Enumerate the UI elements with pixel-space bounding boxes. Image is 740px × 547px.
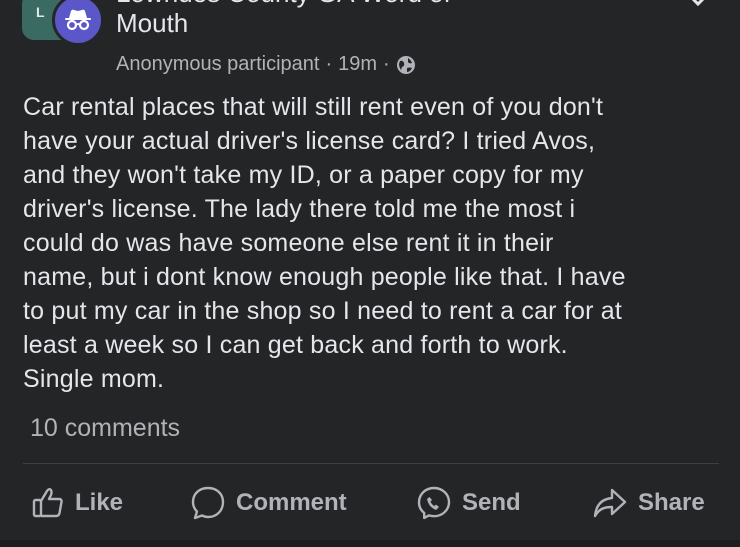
incognito-icon: [65, 9, 91, 31]
author-name[interactable]: Anonymous participant: [116, 53, 319, 76]
post-header: L Lowndes County GA Word of Mouth Anonym…: [0, 0, 740, 90]
close-icon[interactable]: [682, 0, 714, 12]
thumbs-up-icon: [32, 488, 63, 518]
avatar-stack[interactable]: L: [22, 0, 104, 46]
group-name-line1: Lowndes County GA Word of: [116, 0, 596, 8]
comment-label: Comment: [236, 489, 347, 516]
post-time[interactable]: 19m: [338, 53, 377, 76]
group-name-line2: Mouth: [116, 8, 189, 38]
comments-count[interactable]: 10 comments: [30, 414, 180, 443]
like-button[interactable]: Like: [31, 478, 123, 528]
action-bar: Like Comment Send Share: [0, 478, 740, 528]
globe-icon: [396, 55, 415, 74]
like-label: Like: [75, 489, 124, 516]
send-label: Send: [462, 489, 521, 516]
post-body: Car rental places that will still rent e…: [23, 93, 626, 393]
meta-separator: ·: [383, 53, 390, 75]
bottom-edge: [0, 540, 740, 547]
comment-icon: [191, 486, 225, 520]
anonymous-avatar[interactable]: [52, 0, 104, 46]
meta-separator: ·: [325, 53, 333, 75]
group-avatar-letter: L: [36, 4, 45, 20]
send-button[interactable]: Send: [416, 478, 521, 528]
comment-button[interactable]: Comment: [190, 478, 347, 528]
post-meta: Anonymous participant · 19m ·: [116, 53, 416, 76]
divider: [23, 463, 719, 464]
share-label: Share: [638, 489, 705, 516]
messenger-icon: [417, 486, 451, 520]
share-button[interactable]: Share: [592, 478, 705, 528]
group-name[interactable]: Lowndes County GA Word of Mouth: [116, 0, 596, 38]
share-arrow-icon: [593, 488, 627, 518]
